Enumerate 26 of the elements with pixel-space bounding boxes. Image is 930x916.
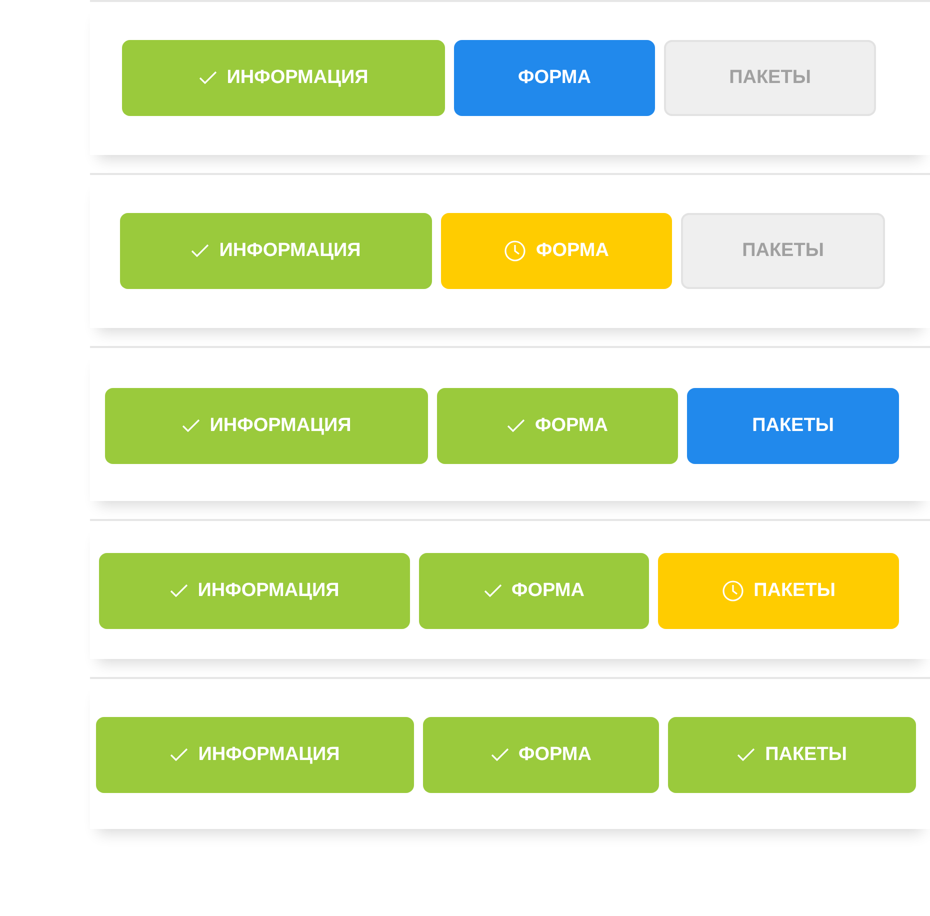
check-icon xyxy=(198,71,217,85)
step-tab[interactable]: ПАКЕТЫ xyxy=(687,388,899,464)
check-icon xyxy=(507,419,526,433)
check-icon xyxy=(191,244,210,258)
step-tab[interactable]: ПАКЕТЫ xyxy=(658,553,899,629)
step-tab[interactable]: ПАКЕТЫ xyxy=(668,717,916,793)
step-tab[interactable]: ПАКЕТЫ xyxy=(664,40,876,116)
step-tab[interactable]: ИНФОРМАЦИЯ xyxy=(122,40,445,116)
check-icon xyxy=(737,748,756,762)
check-icon xyxy=(182,419,200,433)
step-tab[interactable]: ФОРМА xyxy=(441,213,672,289)
check-icon xyxy=(484,584,502,598)
step-tab[interactable]: ИНФОРМАЦИЯ xyxy=(96,717,414,793)
step-tab[interactable]: ИНФОРМАЦИЯ xyxy=(120,213,432,289)
step-tab[interactable]: ИНФОРМАЦИЯ xyxy=(105,388,428,464)
clock-icon xyxy=(722,580,744,602)
check-icon xyxy=(490,748,509,762)
step-tab[interactable]: ФОРМА xyxy=(437,388,678,464)
step-tab[interactable]: ФОРМА xyxy=(419,553,649,629)
step-tab[interactable]: ФОРМА xyxy=(454,40,655,116)
step-tab[interactable]: ПАКЕТЫ xyxy=(681,213,885,289)
step-tab[interactable]: ИНФОРМАЦИЯ xyxy=(99,553,410,629)
check-icon xyxy=(170,748,188,762)
clock-icon xyxy=(504,240,526,262)
check-icon xyxy=(170,584,188,598)
step-tab[interactable]: ФОРМА xyxy=(423,717,659,793)
